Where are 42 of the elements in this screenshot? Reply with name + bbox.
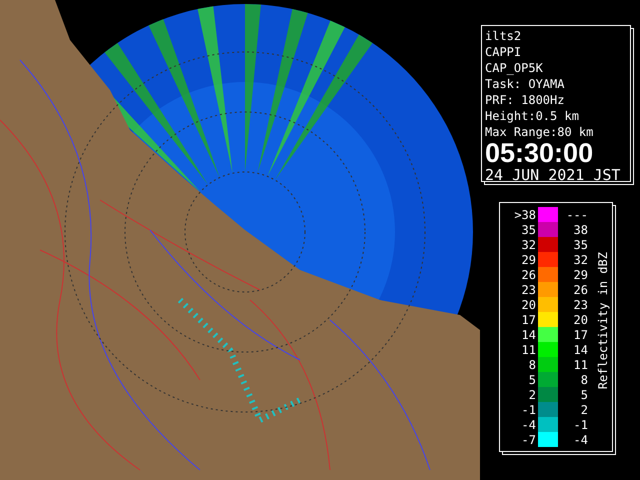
time-label: 05:30:00: [485, 140, 594, 166]
date-label: 24 JUN 2021 JST: [485, 166, 620, 184]
legend-high-value: 5: [580, 388, 589, 402]
legend-high-value: ---: [565, 208, 589, 222]
legend-high-value: -1: [572, 418, 589, 432]
legend-high-value: 38: [572, 222, 589, 236]
legend-high-value: 23: [572, 298, 589, 312]
info-line: Task: OYAMA: [485, 76, 566, 92]
legend-low-value: 35: [520, 222, 537, 236]
info-line: PRF: 1800Hz: [485, 92, 566, 108]
legend-low-value: 14: [520, 328, 537, 342]
legend-low-value: -4: [520, 418, 537, 432]
legend-low-value: 2: [528, 388, 537, 402]
legend-low-value: >38: [513, 208, 537, 222]
legend-low-value: 5: [528, 372, 537, 386]
legend-high-value: -4: [572, 432, 589, 446]
legend-low-value: 32: [520, 238, 537, 252]
legend-low-value: 8: [528, 358, 537, 372]
legend-low-value: 20: [520, 298, 537, 312]
legend-title: Reflectivity in dBZ: [596, 252, 610, 389]
legend-high-value: 14: [572, 342, 589, 356]
legend-high-value: 8: [580, 372, 589, 386]
legend-low-value: 23: [520, 282, 537, 296]
legend-high-value: 32: [572, 252, 589, 266]
legend-high-value: 11: [572, 358, 589, 372]
info-line: CAP_OP5K: [485, 60, 544, 76]
legend-high-value: 29: [572, 268, 589, 282]
legend-low-value: 17: [520, 312, 537, 326]
legend-low-value: 11: [520, 342, 537, 356]
legend-high-value: 17: [572, 328, 589, 342]
legend-low-value: -7: [520, 432, 537, 446]
info-line: CAPPI: [485, 44, 522, 60]
legend-high-value: 20: [572, 312, 589, 326]
legend-high-value: 2: [580, 402, 589, 416]
legend-low-value: 26: [520, 268, 537, 282]
legend-low-value: -1: [520, 402, 537, 416]
info-line: ilts2: [485, 28, 522, 44]
legend-high-value: 35: [572, 238, 589, 252]
info-line: Height:0.5 km: [485, 108, 580, 124]
legend-low-value: 29: [520, 252, 537, 266]
info-line: Max Range:80 km: [485, 124, 594, 140]
legend-high-value: 26: [572, 282, 589, 296]
